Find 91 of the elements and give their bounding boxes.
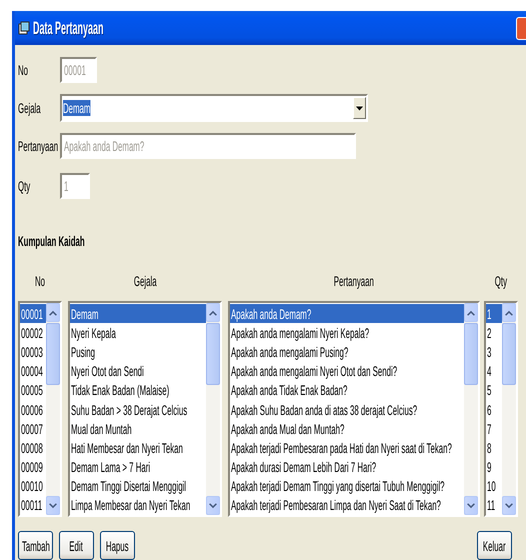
- list-item[interactable]: 8: [486, 438, 502, 458]
- column-header: No: [34, 273, 46, 289]
- list-item[interactable]: 00009: [20, 458, 46, 477]
- list-item[interactable]: 00007: [20, 419, 46, 438]
- scroll-down-button[interactable]: [502, 496, 516, 515]
- field-label: Qty: [18, 178, 32, 194]
- list-item[interactable]: Tidak Enak Badan (Malaise): [70, 380, 206, 400]
- list-item[interactable]: 00003: [20, 342, 46, 362]
- button[interactable]: Hapus: [100, 531, 135, 560]
- scroll-up-button[interactable]: [502, 303, 516, 322]
- exit-button[interactable]: Keluar: [477, 531, 512, 560]
- list-item[interactable]: Nyeri Otot dan Sendi: [70, 362, 206, 381]
- section-title: Kumpulan Kaidah: [18, 233, 86, 249]
- list-item[interactable]: Apakah anda Mual dan Muntah?: [230, 419, 464, 438]
- list-item[interactable]: Hati Membesar dan Nyeri Tekan: [70, 438, 206, 458]
- list-box[interactable]: [228, 301, 480, 517]
- button[interactable]: Tambah: [18, 531, 53, 560]
- list-item[interactable]: Apakah anda mengalami Nyeri Otot dan Sendi?: [230, 362, 464, 381]
- scroll-thumb[interactable]: [206, 323, 220, 385]
- list-item[interactable]: 00008: [20, 438, 46, 458]
- list-item[interactable]: Apakah terjadi Pembesaran Limpa dan Nyeri Saat di Tekan?: [230, 496, 464, 516]
- scroll-down-button[interactable]: [206, 496, 220, 515]
- scroll-up-button[interactable]: [46, 303, 60, 322]
- list-item[interactable]: 00006: [20, 400, 46, 420]
- close-button[interactable]: [516, 16, 526, 40]
- list-item[interactable]: 00001: [20, 304, 46, 324]
- list-item[interactable]: 11: [486, 496, 502, 516]
- list-item[interactable]: Demam Lama > 7 Hari: [70, 458, 206, 477]
- list-item[interactable]: 6: [486, 400, 502, 420]
- list-item[interactable]: 00011: [20, 496, 46, 516]
- list-item[interactable]: 2: [486, 323, 502, 342]
- scroll-up-button[interactable]: [206, 303, 220, 322]
- list-item[interactable]: 7: [486, 419, 502, 438]
- dropdown-button[interactable]: [353, 97, 366, 119]
- list-item[interactable]: 4: [486, 362, 502, 381]
- dropdown[interactable]: Demam: [60, 94, 368, 122]
- scrollbar[interactable]: [464, 303, 478, 515]
- list-box[interactable]: 1 2 3 4 5 6 7 8 9 10 11: [484, 301, 518, 517]
- list-item[interactable]: Apakah anda mengalami Pusing?: [230, 342, 464, 362]
- app-icon: [18, 21, 30, 35]
- field-label: Pertanyaan: [18, 138, 60, 154]
- column-header: Gejala: [132, 273, 158, 289]
- list-item[interactable]: Apakah terjadi Demam Tinggi yang disertai Tubuh Menggigil?: [230, 476, 464, 496]
- list-item[interactable]: 00002: [20, 323, 46, 342]
- list-item[interactable]: 9: [486, 458, 502, 477]
- field-label: No: [18, 62, 30, 78]
- list-item[interactable]: Demam Tinggi Disertai Menggigil: [70, 476, 206, 496]
- list-item[interactable]: Apakah anda Demam?: [230, 304, 464, 324]
- scrollbar[interactable]: [502, 303, 516, 515]
- down-arrow-icon: [467, 502, 475, 508]
- field-label: Gejala: [18, 100, 42, 116]
- scroll-up-button[interactable]: [464, 303, 478, 322]
- list-item[interactable]: 1: [486, 304, 502, 324]
- column-header: Qty: [494, 273, 508, 289]
- caret-icon: [356, 106, 363, 110]
- scroll-thumb[interactable]: [502, 323, 516, 385]
- scroll-down-button[interactable]: [464, 496, 478, 515]
- scroll-thumb[interactable]: [46, 323, 60, 385]
- list-item[interactable]: Apakah anda mengalami Nyeri Kepala?: [230, 323, 464, 342]
- list-item[interactable]: 00010: [20, 476, 46, 496]
- list-item[interactable]: Suhu Badan > 38 Derajat Celcius: [70, 400, 206, 420]
- list-item[interactable]: Apakah anda Tidak Enak Badan?: [230, 380, 464, 400]
- up-arrow-icon: [49, 310, 57, 316]
- list-item[interactable]: Demam: [70, 304, 206, 324]
- list-item[interactable]: 5: [486, 380, 502, 400]
- scrollbar[interactable]: [206, 303, 220, 515]
- window-title: Data Pertanyaan: [33, 18, 105, 38]
- scrollbar[interactable]: [46, 303, 60, 515]
- list-item[interactable]: Pusing: [70, 342, 206, 362]
- list-item[interactable]: 3: [486, 342, 502, 362]
- button[interactable]: Edit: [59, 531, 94, 560]
- list-box[interactable]: [68, 301, 222, 517]
- list-item[interactable]: 10: [486, 476, 502, 496]
- list-box[interactable]: 00001 00002 00003 00004 00005 00006 00007 00008 00009 00010 00011: [18, 301, 62, 517]
- list-item[interactable]: Apakah Suhu Badan anda di atas 38 derajat Celcius?: [230, 400, 464, 420]
- list-item[interactable]: Apakah durasi Demam Lebih Dari 7 Hari?: [230, 458, 464, 477]
- list-item[interactable]: 00004: [20, 362, 46, 381]
- list-item[interactable]: Mual dan Muntah: [70, 419, 206, 438]
- up-arrow-icon: [467, 310, 475, 316]
- up-arrow-icon: [505, 310, 513, 316]
- up-arrow-icon: [209, 310, 217, 316]
- list-item[interactable]: 00005: [20, 380, 46, 400]
- down-arrow-icon: [49, 502, 57, 508]
- column-header: Pertanyaan: [332, 273, 376, 289]
- list-item[interactable]: Nyeri Kepala: [70, 323, 206, 342]
- down-arrow-icon: [209, 502, 217, 508]
- list-item[interactable]: Limpa Membesar dan Nyeri Tekan: [70, 496, 206, 516]
- down-arrow-icon: [505, 502, 513, 508]
- list-item[interactable]: Apakah terjadi Pembesaran pada Hati dan Nyeri saat di Tekan?: [230, 438, 464, 458]
- scroll-thumb[interactable]: [464, 323, 478, 385]
- scroll-down-button[interactable]: [46, 496, 60, 515]
